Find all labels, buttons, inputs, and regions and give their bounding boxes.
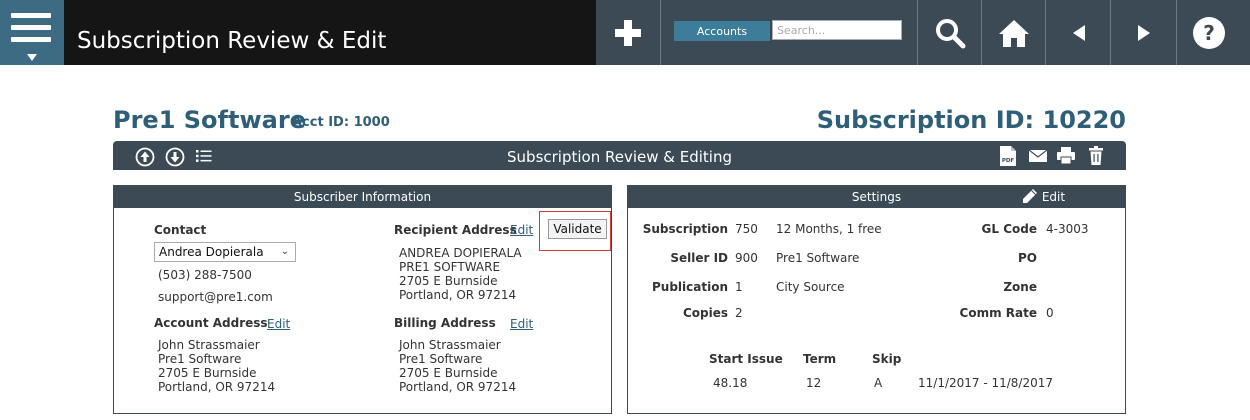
settings-edit-button[interactable]: Edit	[1022, 186, 1065, 208]
help-button[interactable]: ?	[1176, 0, 1241, 65]
home-button[interactable]	[981, 0, 1046, 65]
help-icon: ?	[1193, 16, 1225, 49]
contact-select[interactable]: Andrea Dopierala ⌄	[154, 242, 296, 262]
subscription-desc: 12 Months, 1 free	[776, 222, 882, 236]
address-line: PRE1 SOFTWARE	[399, 260, 501, 274]
subscription-value: 750	[735, 222, 758, 236]
menu-icon[interactable]	[0, 0, 64, 65]
skip-label: Skip	[872, 352, 902, 366]
contact-phone: (503) 288-7500	[158, 268, 252, 282]
publication-name: City Source	[776, 280, 845, 294]
arrow-right-icon	[1138, 24, 1150, 41]
arrow-left-icon	[1072, 24, 1085, 41]
address-line: 2705 E Burnside	[158, 366, 257, 380]
plus-icon	[615, 19, 641, 46]
forward-button[interactable]	[1110, 0, 1177, 65]
contact-email: support@pre1.com	[158, 290, 273, 304]
home-icon	[999, 19, 1029, 47]
subscriber-panel: Subscriber Information Contact Andrea Do…	[113, 185, 612, 414]
account-edit-link[interactable]: Edit	[267, 317, 290, 331]
recipient-address-label: Recipient Address	[394, 223, 517, 237]
address-line: Portland, OR 97214	[399, 288, 517, 302]
billing-address-label: Billing Address	[394, 316, 496, 330]
zone-label: Zone	[1003, 280, 1037, 294]
contact-select-value: Andrea Dopierala	[159, 245, 264, 259]
seller-name: Pre1 Software	[776, 251, 860, 265]
address-line: Portland, OR 97214	[399, 380, 517, 394]
svg-text:?: ?	[1203, 21, 1215, 45]
address-line: ANDREA DOPIERALA	[399, 246, 522, 260]
validate-button[interactable]: Validate	[548, 219, 607, 239]
comm-rate-label: Comm Rate	[959, 306, 1037, 320]
section-bar: Subscription Review & Editing PDF	[113, 141, 1126, 170]
gl-code-value: 4-3003	[1046, 222, 1089, 236]
address-line: Pre1 Software	[158, 352, 242, 366]
back-button[interactable]	[1045, 0, 1111, 65]
add-button[interactable]	[596, 0, 660, 65]
date-range: 11/1/2017 - 11/8/2017	[918, 376, 1054, 390]
publication-label: Publication	[651, 280, 728, 294]
comm-rate-value: 0	[1046, 306, 1054, 320]
print-icon[interactable]	[1057, 147, 1075, 164]
pencil-icon	[1023, 189, 1037, 203]
recipient-address: ANDREA DOPIERALA PRE1 SOFTWARE 2705 E Bu…	[399, 246, 522, 302]
settings-panel-title: Settings Edit	[628, 186, 1125, 208]
mail-icon[interactable]	[1029, 150, 1047, 162]
start-issue-value: 48.18	[713, 376, 748, 390]
chevron-down-icon: ⌄	[280, 246, 289, 257]
search-icon	[936, 18, 966, 48]
app-title: Subscription Review & Edit	[77, 28, 387, 54]
accounts-dropdown[interactable]: Accounts	[674, 21, 770, 41]
address-line: 2705 E Burnside	[399, 366, 498, 380]
term-label: Term	[803, 352, 837, 366]
svg-text:PDF: PDF	[1002, 158, 1015, 164]
billing-edit-link[interactable]: Edit	[510, 317, 533, 331]
settings-edit-label: Edit	[1041, 190, 1066, 204]
copies-label: Copies	[682, 306, 728, 320]
gl-code-label: GL Code	[981, 222, 1037, 236]
address-line: Pre1 Software	[399, 352, 483, 366]
company-name: Pre1 Software	[113, 106, 306, 134]
recipient-edit-link[interactable]: Edit	[510, 223, 533, 237]
seller-id-label: Seller ID	[670, 251, 728, 265]
contact-label: Contact	[154, 223, 207, 237]
search-input[interactable]	[772, 20, 902, 40]
search-button[interactable]	[917, 0, 982, 65]
billing-address: John Strassmaier Pre1 Software 2705 E Bu…	[399, 338, 516, 394]
top-bar: Subscription Review & Edit Accounts ?	[0, 0, 1250, 65]
trash-icon[interactable]	[1089, 146, 1103, 165]
address-line: Portland, OR 97214	[158, 380, 276, 394]
subscriber-panel-title: Subscriber Information	[114, 186, 611, 208]
pdf-icon[interactable]: PDF	[1000, 146, 1016, 166]
po-label: PO	[1018, 251, 1037, 265]
copies-value: 2	[735, 306, 743, 320]
skip-value: A	[874, 376, 883, 390]
address-line: John Strassmaier	[399, 338, 501, 352]
settings-title: Settings	[851, 190, 902, 204]
address-line: John Strassmaier	[158, 338, 260, 352]
publication-value: 1	[735, 280, 743, 294]
account-id: Acct ID: 1000	[292, 115, 390, 130]
validate-highlight: Validate	[539, 211, 611, 251]
address-line: 2705 E Burnside	[399, 274, 498, 288]
seller-id-value: 900	[735, 251, 758, 265]
subscription-label: Subscription	[642, 222, 728, 236]
start-issue-label: Start Issue	[709, 352, 783, 366]
account-address: John Strassmaier Pre1 Software 2705 E Bu…	[158, 338, 275, 394]
section-title: Subscription Review & Editing	[507, 148, 732, 166]
term-value: 12	[806, 376, 822, 390]
subscription-id: Subscription ID: 10220	[816, 106, 1126, 134]
settings-panel: Settings Edit Subscription 750 12 Months…	[627, 185, 1126, 414]
account-address-label: Account Address	[154, 316, 268, 330]
